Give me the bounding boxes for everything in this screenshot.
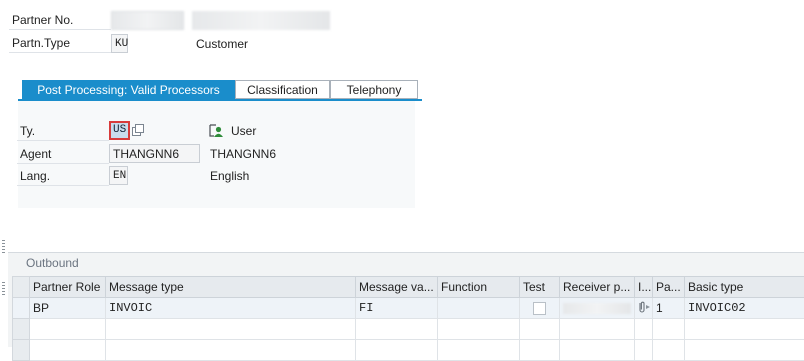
cell-message-type[interactable]: INVOIC [106,298,356,319]
col-partner-role[interactable]: Partner Role [30,277,106,298]
empty-cell[interactable] [685,340,804,361]
splitter-grip-bottom[interactable] [2,282,5,296]
cell-message-variant[interactable]: FI [356,298,438,319]
table-row[interactable] [13,319,804,340]
cell-test[interactable] [520,298,560,319]
splitter-grip-top[interactable] [2,240,5,254]
empty-cell[interactable] [560,319,635,340]
paperclip-icon[interactable] [635,300,651,317]
empty-cell[interactable] [438,340,520,361]
cell-receiver-port[interactable] [560,298,635,319]
cell-function[interactable] [438,298,520,319]
lang-field[interactable]: EN [109,166,128,185]
partner-no-field[interactable] [111,11,184,30]
ty-label: Ty. [17,121,109,141]
tab-telephony[interactable]: Telephony [330,80,418,99]
cell-pa[interactable]: 1 [653,298,685,319]
partner-no-label: Partner No. [9,10,111,30]
tab-strip: Post Processing: Valid Processors Classi… [22,80,418,99]
empty-cell[interactable] [685,319,804,340]
test-checkbox[interactable] [533,302,546,315]
tab-classification[interactable]: Classification [235,80,330,99]
col-test[interactable]: Test [520,277,560,298]
col-message-variant[interactable]: Message va... [356,277,438,298]
empty-cell[interactable] [560,340,635,361]
cell-i[interactable] [635,298,653,319]
tab-post-processing[interactable]: Post Processing: Valid Processors [22,80,235,99]
partn-type-desc: Customer [196,34,248,54]
empty-cell[interactable] [356,319,438,340]
col-basic-type[interactable]: Basic type [685,277,804,298]
col-function[interactable]: Function [438,277,520,298]
empty-cell[interactable] [356,340,438,361]
table-row[interactable] [13,340,804,361]
empty-cell[interactable] [106,340,356,361]
ty-desc: User [231,121,256,141]
partn-type-field[interactable]: KU [111,34,128,53]
outbound-table: Partner Role Message type Message va... … [12,276,804,361]
cell-partner-role[interactable]: BP [30,298,106,319]
empty-cell[interactable] [106,319,356,340]
col-pa[interactable]: Pa... [653,277,685,298]
empty-cell[interactable] [30,340,106,361]
receiver-port-blurred [563,303,631,314]
col-message-type[interactable]: Message type [106,277,356,298]
table-header-row: Partner Role Message type Message va... … [13,277,804,298]
lang-desc: English [210,166,249,186]
row-selector[interactable] [13,340,30,361]
col-i[interactable]: I... [635,277,653,298]
empty-cell[interactable] [30,319,106,340]
table-row[interactable]: BP INVOIC FI 1 INVOIC02 [13,298,804,319]
outbound-title: Outbound [26,256,79,270]
empty-cell[interactable] [653,340,685,361]
ty-field[interactable]: US [109,121,130,140]
partn-type-label: Partn.Type [9,33,111,53]
user-icon [209,124,223,138]
cell-basic-type[interactable]: INVOIC02 [685,298,804,319]
empty-cell[interactable] [653,319,685,340]
empty-cell[interactable] [438,319,520,340]
partner-name-blurred [192,11,330,30]
copy-icon[interactable] [131,123,145,137]
row-selector[interactable] [13,319,30,340]
agent-field[interactable]: THANGNN6 [109,144,200,163]
empty-cell[interactable] [635,319,653,340]
agent-label: Agent [17,144,109,164]
select-all-cell[interactable] [13,277,30,298]
row-selector[interactable] [13,298,30,319]
empty-cell[interactable] [520,340,560,361]
agent-desc: THANGNN6 [210,144,276,164]
lang-label: Lang. [17,166,109,186]
empty-cell[interactable] [520,319,560,340]
empty-cell[interactable] [635,340,653,361]
col-receiver-port[interactable]: Receiver p... [560,277,635,298]
